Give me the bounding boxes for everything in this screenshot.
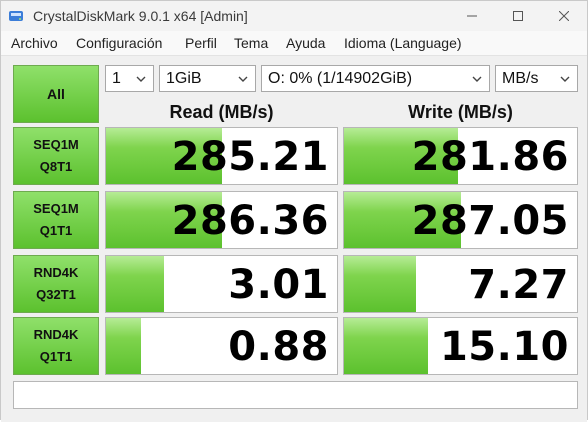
read-result-seq1m-q8t1: 285.21: [105, 127, 338, 185]
write-value: 281.86: [411, 134, 569, 180]
chevron-down-icon: [472, 76, 482, 82]
read-value: 0.88: [228, 324, 329, 370]
test-name: SEQ1M: [33, 201, 79, 216]
write-result-rnd4k-q1t1: 15.10: [343, 317, 578, 375]
app-window: CrystalDiskMark 9.0.1 x64 [Admin] Archiv…: [0, 0, 588, 422]
test-params: Q8T1: [39, 159, 73, 174]
read-value: 3.01: [228, 262, 329, 308]
menu-perfil[interactable]: Perfil: [185, 35, 217, 51]
test-params: Q1T1: [39, 223, 73, 238]
test-params: Q32T1: [36, 287, 76, 302]
test-params: Q1T1: [39, 349, 73, 364]
menu-tema[interactable]: Tema: [234, 35, 268, 51]
unit-select[interactable]: MB/s: [495, 65, 578, 92]
test-name: SEQ1M: [33, 137, 79, 152]
read-bar: [106, 256, 164, 312]
write-result-seq1m-q8t1: 281.86: [343, 127, 578, 185]
test-button-seq1m-q8t1[interactable]: SEQ1M Q8T1: [13, 127, 99, 185]
test-button-rnd4k-q1t1[interactable]: RND4K Q1T1: [13, 317, 99, 375]
count-value: 1: [112, 69, 121, 87]
menu-idioma[interactable]: Idioma (Language): [344, 35, 462, 51]
size-value: 1GiB: [166, 69, 202, 87]
read-header: Read (MB/s): [169, 102, 274, 122]
window-title: CrystalDiskMark 9.0.1 x64 [Admin]: [33, 8, 248, 24]
test-name: RND4K: [33, 327, 79, 342]
menu-ayuda[interactable]: Ayuda: [286, 35, 325, 51]
unit-value: MB/s: [502, 69, 539, 87]
write-header: Write (MB/s): [408, 102, 513, 122]
size-select[interactable]: 1GiB: [159, 65, 256, 92]
write-value: 287.05: [411, 198, 569, 244]
maximize-icon: [513, 11, 523, 21]
read-result-rnd4k-q1t1: 0.88: [105, 317, 338, 375]
drive-value: O: 0% (1/14902GiB): [268, 69, 413, 87]
title-bar: CrystalDiskMark 9.0.1 x64 [Admin]: [1, 1, 587, 31]
menu-bar: Archivo Configuración Perfil Tema Ayuda …: [1, 31, 587, 55]
minimize-icon: [467, 15, 477, 17]
close-icon: [559, 11, 569, 21]
chevron-down-icon: [238, 76, 248, 82]
read-result-rnd4k-q32t1: 3.01: [105, 255, 338, 313]
test-button-seq1m-q1t1[interactable]: SEQ1M Q1T1: [13, 191, 99, 249]
write-bar: [344, 318, 428, 374]
test-button-rnd4k-q32t1[interactable]: RND4K Q32T1: [13, 255, 99, 313]
chevron-down-icon: [136, 76, 146, 82]
menu-configuracion[interactable]: Configuración: [76, 35, 162, 51]
drive-select[interactable]: O: 0% (1/14902GiB): [261, 65, 490, 92]
chevron-down-icon: [560, 76, 570, 82]
status-bar: [13, 381, 578, 409]
read-bar: [106, 318, 141, 374]
read-result-seq1m-q1t1: 286.36: [105, 191, 338, 249]
write-result-seq1m-q1t1: 287.05: [343, 191, 578, 249]
all-button[interactable]: All: [13, 65, 99, 123]
write-value: 7.27: [468, 262, 569, 308]
write-result-rnd4k-q32t1: 7.27: [343, 255, 578, 313]
maximize-button[interactable]: [495, 1, 541, 31]
read-value: 285.21: [171, 134, 329, 180]
menu-archivo[interactable]: Archivo: [11, 35, 58, 51]
disk-app-icon: [9, 11, 23, 21]
count-select[interactable]: 1: [105, 65, 154, 92]
close-button[interactable]: [541, 1, 587, 31]
test-name: RND4K: [33, 265, 79, 280]
minimize-button[interactable]: [449, 1, 495, 31]
read-value: 286.36: [171, 198, 329, 244]
write-value: 15.10: [439, 324, 569, 370]
write-bar: [344, 256, 417, 312]
